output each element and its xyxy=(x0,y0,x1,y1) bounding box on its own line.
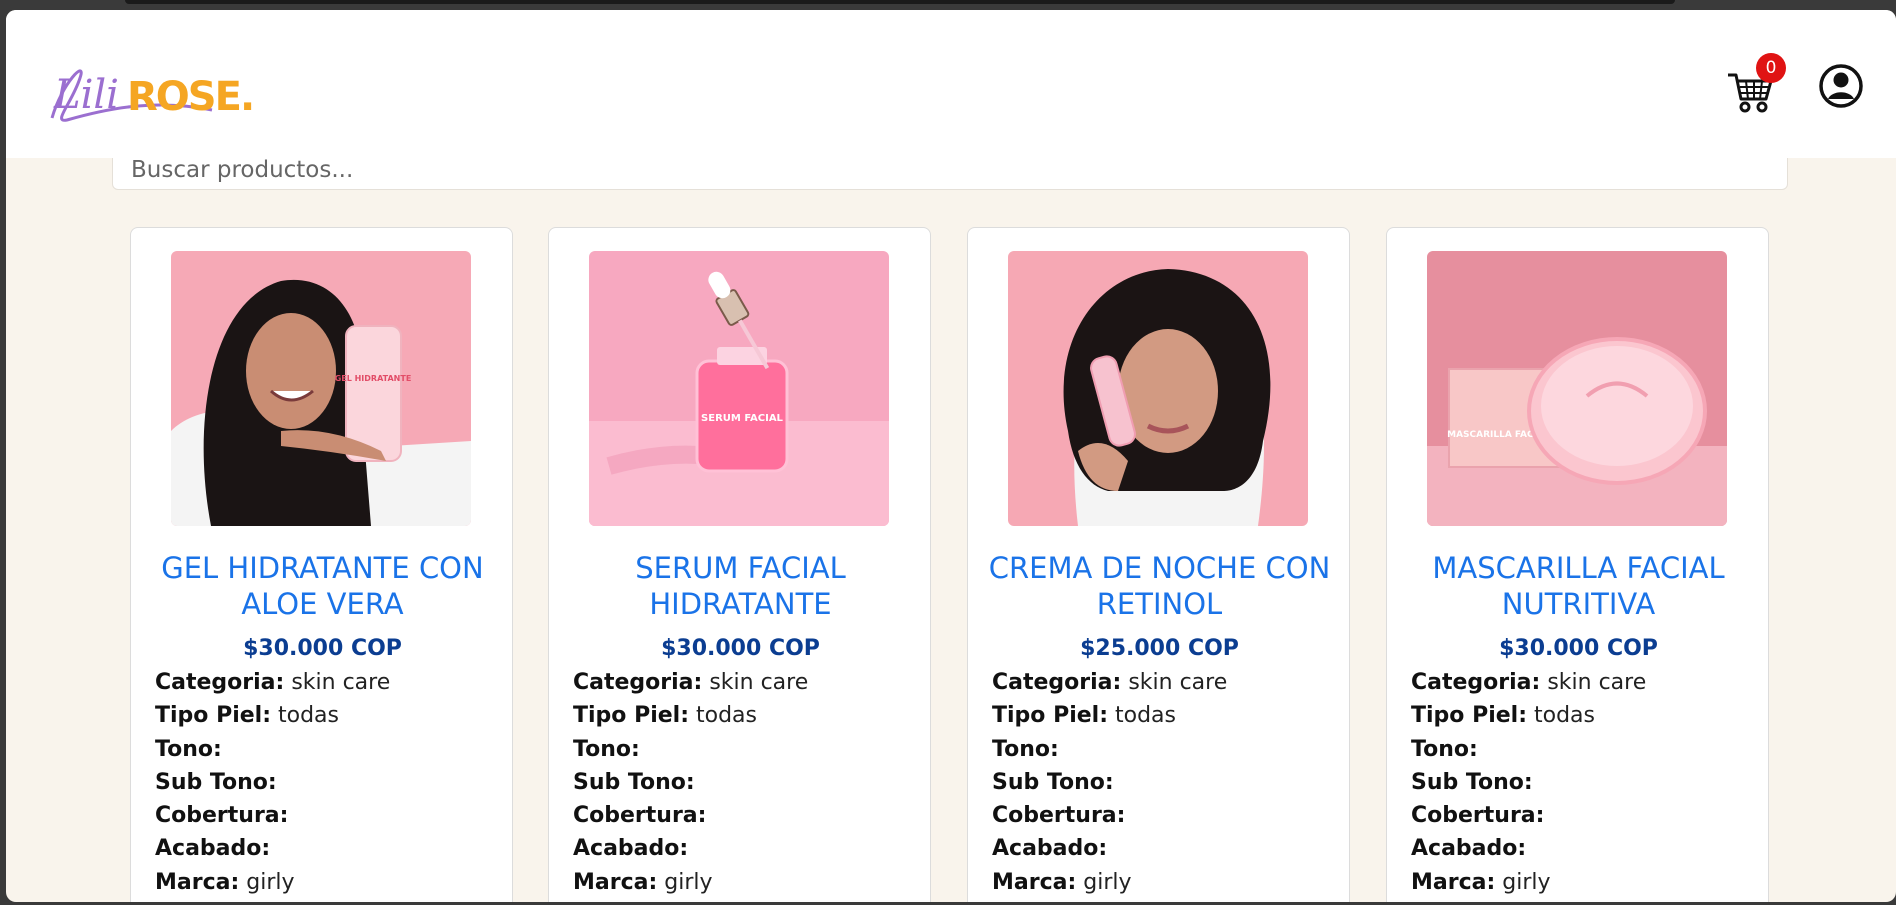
product-attributes: Categoria: skin care Tipo Piel: todas To… xyxy=(1411,666,1751,899)
product-attributes: Categoria: skin care Tipo Piel: todas To… xyxy=(155,666,495,899)
cart-count-badge: 0 xyxy=(1756,53,1786,83)
attr-marca: Marca: girly xyxy=(1411,869,1551,895)
product-image-label: GEL HIDRATANTE xyxy=(335,374,412,383)
attr-tipo-piel: Tipo Piel: todas xyxy=(1411,703,1595,729)
attr-marca: Marca: girly xyxy=(992,869,1132,895)
site-header: Lili ROSE. 0 xyxy=(6,10,1896,158)
logo-bold-text: ROSE. xyxy=(127,74,252,120)
logo-script-text: Lili xyxy=(53,72,119,118)
product-card[interactable]: CREMA DE NOCHE CON RETINOL $25.000 COP C… xyxy=(967,227,1350,902)
product-image[interactable]: GEL HIDRATANTE xyxy=(171,251,471,526)
attr-tipo-piel: Tipo Piel: todas xyxy=(573,703,757,729)
product-card[interactable]: GEL HIDRATANTE GEL HIDRATANTE CON ALOE V… xyxy=(130,227,513,902)
attr-tipo-piel: Tipo Piel: todas xyxy=(992,703,1176,729)
attr-sub-tono: Sub Tono: xyxy=(573,769,695,795)
attr-marca: Marca: girly xyxy=(155,869,295,895)
product-card[interactable]: MASCARILLA FACIAL NUTRITIVA MASCARILLA F… xyxy=(1386,227,1769,902)
product-name[interactable]: CREMA DE NOCHE CON RETINOL xyxy=(978,550,1341,622)
attr-cobertura: Cobertura: xyxy=(1411,803,1545,829)
attr-acabado: Acabado: xyxy=(992,836,1108,862)
product-name[interactable]: GEL HIDRATANTE CON ALOE VERA xyxy=(141,550,504,622)
product-price: $30.000 COP xyxy=(1499,636,1658,661)
attr-sub-tono: Sub Tono: xyxy=(155,769,277,795)
product-name[interactable]: SERUM FACIAL HIDRATANTE xyxy=(559,550,922,622)
site-logo[interactable]: Lili ROSE. xyxy=(32,48,252,133)
attr-tipo-piel: Tipo Piel: todas xyxy=(155,703,339,729)
product-name[interactable]: MASCARILLA FACIAL NUTRITIVA xyxy=(1397,550,1760,622)
user-account-icon[interactable] xyxy=(1818,63,1864,109)
browser-top-edge xyxy=(125,0,1675,4)
attr-acabado: Acabado: xyxy=(573,836,689,862)
product-image[interactable]: MASCARILLA FACIAL NUTRITIVA xyxy=(1427,251,1727,526)
attr-cobertura: Cobertura: xyxy=(573,803,707,829)
attr-sub-tono: Sub Tono: xyxy=(1411,769,1533,795)
product-card[interactable]: SERUM FACIAL SERUM FACIAL HIDRATANTE $30… xyxy=(548,227,931,902)
attr-tono: Tono: xyxy=(992,736,1059,762)
attr-categoria: Categoria: skin care xyxy=(155,670,391,695)
product-attributes: Categoria: skin care Tipo Piel: todas To… xyxy=(992,666,1332,899)
attr-acabado: Acabado: xyxy=(1411,836,1527,862)
attr-sub-tono: Sub Tono: xyxy=(992,769,1114,795)
attr-acabado: Acabado: xyxy=(155,836,271,862)
app-window: Lili ROSE. 0 GEL H xyxy=(6,10,1896,902)
attr-marca: Marca: girly xyxy=(573,869,713,895)
attr-tono: Tono: xyxy=(573,736,640,762)
attr-tono: Tono: xyxy=(1411,736,1478,762)
product-price: $30.000 COP xyxy=(243,636,402,661)
product-price: $25.000 COP xyxy=(1080,636,1239,661)
product-image[interactable]: SERUM FACIAL xyxy=(589,251,889,526)
product-price: $30.000 COP xyxy=(661,636,820,661)
product-attributes: Categoria: skin care Tipo Piel: todas To… xyxy=(573,666,913,899)
attr-categoria: Categoria: skin care xyxy=(573,670,809,695)
product-image-label: SERUM FACIAL xyxy=(701,413,784,424)
attr-cobertura: Cobertura: xyxy=(992,803,1126,829)
attr-categoria: Categoria: skin care xyxy=(1411,670,1647,695)
product-image[interactable] xyxy=(1008,251,1308,526)
attr-tono: Tono: xyxy=(155,736,222,762)
attr-categoria: Categoria: skin care xyxy=(992,670,1228,695)
attr-cobertura: Cobertura: xyxy=(155,803,289,829)
